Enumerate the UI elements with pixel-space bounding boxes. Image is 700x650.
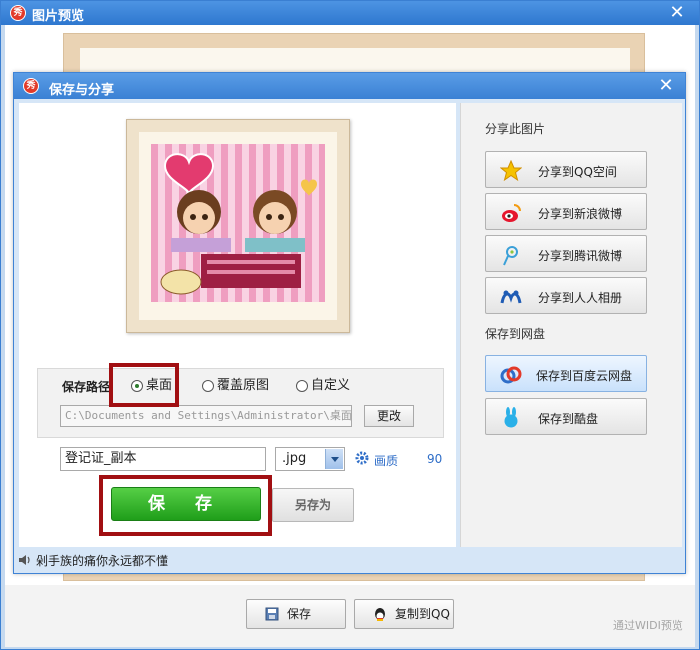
save-highlight-box bbox=[99, 475, 272, 536]
quality-value: 90 bbox=[427, 452, 443, 466]
copy-to-qq-label: 复制到QQ bbox=[395, 607, 450, 621]
preview-window-title: 图片预览 bbox=[32, 9, 85, 24]
dropdown-arrow-icon[interactable] bbox=[325, 449, 343, 469]
save-as-button[interactable]: 另存为 bbox=[272, 488, 354, 522]
speaker-icon bbox=[19, 555, 30, 565]
cartoon-couple-image bbox=[160, 153, 317, 295]
share-tencent-weibo-button[interactable]: 分享到腾讯微博 bbox=[485, 235, 647, 272]
quality-label: 画质 bbox=[374, 454, 399, 468]
thumbnail-artwork bbox=[151, 144, 325, 302]
tencent-weibo-icon bbox=[503, 246, 518, 266]
radio-custom-label: 自定义 bbox=[311, 378, 351, 393]
dialog-title-bar: 秀 保存与分享 ✕ bbox=[14, 73, 685, 99]
renren-icon bbox=[500, 290, 522, 304]
qzone-star-icon bbox=[500, 160, 522, 182]
save-baidu-cloud-label: 保存到百度云网盘 bbox=[536, 369, 633, 383]
save-path-input[interactable]: C:\Documents and Settings\Administrator\… bbox=[60, 405, 352, 427]
kupan-rabbit-icon bbox=[504, 407, 518, 428]
save-path-group: 保存路径 桌面 覆盖原图 自定义 C:\Documents and Settin… bbox=[37, 368, 444, 438]
meitu-logo-icon: 秀 bbox=[10, 5, 26, 21]
gear-icon bbox=[355, 451, 369, 465]
floppy-disk-icon bbox=[265, 607, 279, 621]
file-name-input[interactable]: 登记证_副本 bbox=[60, 447, 266, 471]
preview-title-bar: 秀 图片预览 ✕ bbox=[1, 1, 699, 25]
save-kupan-label: 保存到酷盘 bbox=[538, 412, 599, 426]
share-sina-weibo-label: 分享到新浪微博 bbox=[538, 207, 623, 221]
save-baidu-cloud-button[interactable]: 保存到百度云网盘 bbox=[485, 355, 647, 392]
save-path-label: 保存路径 bbox=[62, 380, 111, 394]
meitu-logo-icon: 秀 bbox=[23, 78, 39, 94]
radio-overwrite-label: 覆盖原图 bbox=[217, 378, 270, 393]
radio-unchecked-icon bbox=[296, 380, 308, 392]
copy-to-qq-button[interactable]: 复制到QQ bbox=[354, 599, 454, 629]
change-path-button[interactable]: 更改 bbox=[364, 405, 414, 427]
save-kupan-button[interactable]: 保存到酷盘 bbox=[485, 398, 647, 435]
file-extension-select[interactable]: .jpg bbox=[275, 447, 345, 471]
share-sina-weibo-button[interactable]: 分享到新浪微博 bbox=[485, 193, 647, 230]
qq-penguin-icon bbox=[375, 608, 385, 621]
cloud-section-title: 保存到网盘 bbox=[485, 327, 546, 341]
preview-bottom-bar: 保存 复制到QQ 通过WIDI预览 bbox=[5, 585, 695, 647]
share-qzone-button[interactable]: 分享到QQ空间 bbox=[485, 151, 647, 188]
baidu-cloud-icon bbox=[500, 366, 522, 384]
share-renren-label: 分享到人人相册 bbox=[538, 291, 623, 305]
share-section-title: 分享此图片 bbox=[485, 122, 546, 136]
dialog-status-bar: 剁手族的痛你永远都不懂 bbox=[14, 547, 685, 573]
dialog-title: 保存与分享 bbox=[49, 83, 115, 98]
share-tencent-weibo-label: 分享到腾讯微博 bbox=[538, 249, 623, 263]
file-extension-value: .jpg bbox=[282, 451, 307, 466]
dialog-close-button[interactable]: ✕ bbox=[656, 76, 676, 96]
share-renren-button[interactable]: 分享到人人相册 bbox=[485, 277, 647, 314]
image-thumbnail bbox=[126, 119, 350, 333]
preview-close-button[interactable]: ✕ bbox=[667, 3, 687, 23]
share-qzone-label: 分享到QQ空间 bbox=[538, 165, 617, 179]
radio-unchecked-icon bbox=[202, 380, 214, 392]
save-panel: 保存路径 桌面 覆盖原图 自定义 C:\Documents and Settin… bbox=[19, 103, 456, 547]
save-share-dialog: 秀 保存与分享 ✕ 保存路径 桌面 覆盖原图 自定义 C:\Documents … bbox=[13, 72, 686, 574]
sina-weibo-icon bbox=[502, 204, 521, 222]
desktop-highlight-box bbox=[109, 363, 179, 407]
share-panel: 分享此图片 分享到QQ空间 分享到新浪微博 分享到腾讯微博 分享到人人相册 保存… bbox=[460, 103, 682, 547]
bottom-save-button[interactable]: 保存 bbox=[246, 599, 346, 629]
bottom-save-label: 保存 bbox=[287, 607, 312, 621]
watermark-text: 通过WIDI预览 bbox=[613, 619, 683, 632]
status-message: 剁手族的痛你永远都不懂 bbox=[36, 554, 169, 568]
